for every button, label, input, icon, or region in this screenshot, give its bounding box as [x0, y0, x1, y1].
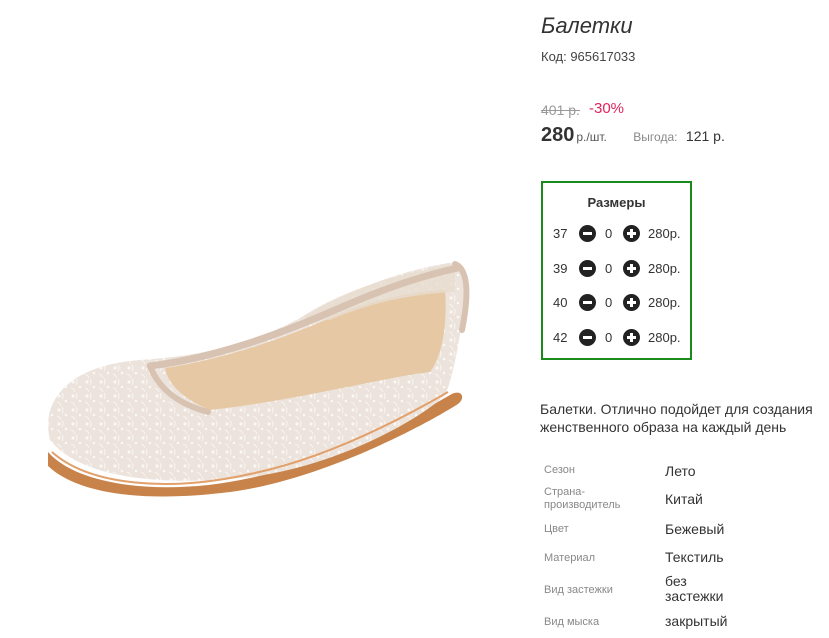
size-price: 280р.: [648, 295, 681, 310]
size-price: 280р.: [648, 330, 681, 345]
quantity-value: 0: [605, 330, 613, 345]
current-price: 280: [541, 124, 575, 146]
property-label: Вид мыска: [544, 616, 600, 628]
increase-quantity-button[interactable]: [623, 329, 640, 346]
product-code: Код: 965617033: [541, 49, 636, 64]
quantity-value: 0: [605, 295, 613, 310]
size-label: 42: [553, 330, 568, 345]
savings-label: Выгода:: [633, 130, 678, 144]
quantity-value: 0: [605, 261, 613, 276]
increase-quantity-button[interactable]: [623, 294, 640, 311]
decrease-quantity-button[interactable]: [579, 329, 596, 346]
product-image[interactable]: [0, 0, 520, 638]
size-price: 280р.: [648, 261, 681, 276]
size-row-42: 42 0 280р.: [543, 328, 690, 348]
old-price: 401 р.: [541, 102, 580, 118]
size-row-37: 37 0 280р.: [543, 224, 690, 244]
minus-icon: [583, 267, 592, 270]
savings-value: 121 р.: [685, 128, 725, 144]
size-row-40: 40 0 280р.: [543, 293, 690, 313]
property-label: Цвет: [544, 523, 569, 535]
minus-icon: [583, 232, 592, 235]
price-unit: р./шт.: [576, 130, 607, 144]
property-label: Страна-производитель: [544, 486, 621, 511]
size-label: 39: [553, 261, 568, 276]
property-value: Текстиль: [665, 549, 724, 565]
product-title: Балетки: [541, 13, 633, 38]
property-label: Материал: [544, 552, 595, 564]
price-row: 280 р./шт. Выгода: 121 р.: [541, 124, 725, 147]
decrease-quantity-button[interactable]: [579, 260, 596, 277]
property-value: без застежки: [665, 573, 724, 604]
decrease-quantity-button[interactable]: [579, 225, 596, 242]
quantity-value: 0: [605, 226, 613, 241]
increase-quantity-button[interactable]: [623, 260, 640, 277]
minus-icon: [583, 336, 592, 339]
increase-quantity-button[interactable]: [623, 225, 640, 242]
property-value: Лето: [665, 463, 696, 479]
property-value: Бежевый: [665, 521, 725, 537]
property-value: Китай: [665, 491, 703, 507]
property-label: Вид застежки: [544, 584, 613, 596]
sizes-title: Размеры: [587, 195, 646, 210]
size-label: 37: [553, 226, 568, 241]
property-label: Сезон: [544, 464, 575, 476]
property-value: закрытый: [665, 613, 728, 629]
size-price: 280р.: [648, 226, 681, 241]
sizes-panel: Размеры 37 0 280р. 39 0 280р. 40 0 280р.…: [541, 181, 692, 360]
minus-icon: [583, 301, 592, 304]
product-description: Балетки. Отлично подойдет для создания ж…: [540, 401, 813, 435]
size-row-39: 39 0 280р.: [543, 259, 690, 279]
size-label: 40: [553, 295, 568, 310]
ballet-flat-illustration: [48, 261, 470, 497]
decrease-quantity-button[interactable]: [579, 294, 596, 311]
discount-badge: -30%: [589, 100, 625, 117]
